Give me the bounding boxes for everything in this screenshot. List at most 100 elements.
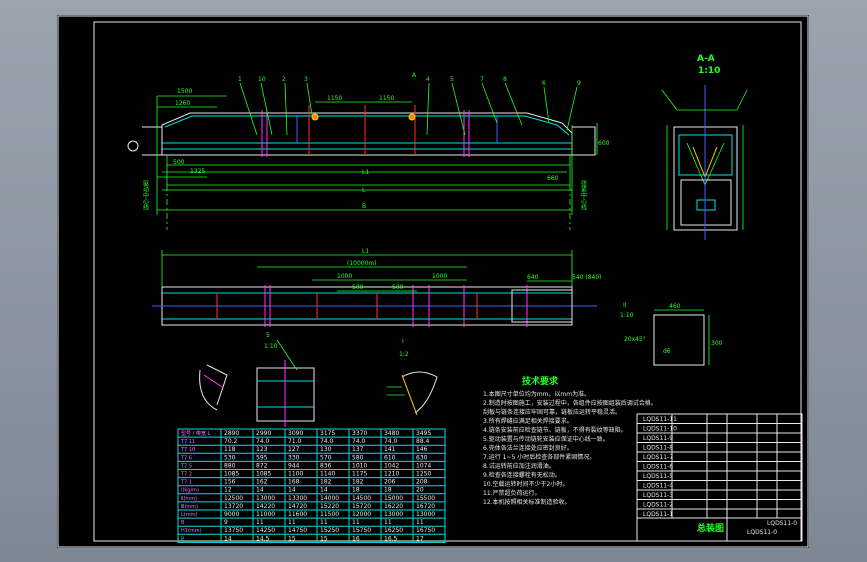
svg-text:540 (840): 540 (840): [572, 274, 602, 281]
note-line: 10.空载运转时间不少于2小时。: [483, 480, 568, 488]
table-cell: 13300: [288, 495, 307, 502]
note-line: 8.试运转前应加注润滑油。: [483, 462, 555, 470]
svg-text:9: 9: [577, 80, 581, 87]
svg-text:460: 460: [669, 303, 681, 310]
table-cell: 15: [288, 535, 296, 542]
table-cell: 14.5: [256, 535, 270, 542]
title-block: LQDS11-11LQDS11-10LQDS11-9LQDS11-8LQDS11…: [636, 413, 803, 542]
table-cell: T7 2: [180, 472, 192, 478]
dim-1150-b: 1150: [379, 95, 394, 102]
note-line: 1.本图尺寸单位均为mm，以mm为准。: [483, 390, 590, 398]
svg-text:6: 6: [542, 80, 546, 87]
table-cell: 1085: [256, 471, 271, 478]
svg-text:300: 300: [711, 340, 723, 347]
svg-text:A: A: [412, 72, 417, 79]
table-cell: 1210: [384, 471, 399, 478]
drive-centerline-label: 驱动中心线: [142, 180, 149, 210]
table-header-cell: 3370: [352, 430, 367, 437]
table-cell: 15000: [384, 495, 403, 502]
table-cell: 11500: [320, 511, 339, 518]
note-line: 5.驱动装置与传动链轮安装应保证中心线一致。: [483, 435, 609, 443]
table-cell: 580: [352, 454, 364, 461]
table-cell: 1175: [352, 471, 367, 478]
elevation-view: 1500 1260 1150 1150 500 660 600 1325 L1 …: [127, 72, 610, 230]
table-header-cell: 2890: [224, 430, 239, 437]
table-cell: 13720: [224, 503, 243, 510]
table-cell: B: [181, 520, 185, 526]
table-cell: 610: [384, 454, 396, 461]
table-cell: 74.0: [320, 438, 334, 445]
table-cell: 14250: [256, 527, 275, 534]
table-cell: 141: [384, 446, 396, 453]
svg-text:5: 5: [450, 76, 454, 83]
parts-list-item: LQDS11-7: [643, 454, 673, 461]
table-cell: T7 1: [180, 480, 192, 486]
table-header-cell: 3175: [320, 430, 335, 437]
note-line: 6.壳体各法兰连接处应密封良好。: [483, 444, 573, 452]
table-cell: 16.5: [384, 535, 398, 542]
svg-text:640: 640: [527, 274, 539, 281]
tech-requirements: 技术要求 1.本图尺寸单位均为mm，以mm为准。2.制造时按图施工，安装过程中，…: [483, 375, 657, 506]
svg-text:1: 1: [238, 76, 242, 83]
table-cell: 71.0: [288, 438, 302, 445]
svg-text:1:10: 1:10: [620, 312, 634, 319]
note-line: 3.所有焊缝应满足相关焊接要求。: [483, 417, 573, 425]
table-cell: Ⅲ(mm): [181, 504, 198, 510]
table-cell: T7 11: [180, 439, 195, 445]
table-cell: 127: [288, 446, 300, 453]
table-cell: 74.0: [352, 438, 366, 445]
svg-text:4: 4: [426, 76, 430, 83]
table-cell: 16750: [416, 527, 435, 534]
svg-text:500: 500: [392, 284, 404, 291]
dim-1500: 1500: [177, 88, 192, 95]
note-line: 11.严禁超负荷运行。: [483, 489, 541, 497]
drawing-spec: LQDS11-0: [767, 520, 797, 527]
svg-text:20x45°: 20x45°: [624, 336, 646, 343]
table-cell: 70.2: [224, 438, 238, 445]
cad-viewer: 1500 1260 1150 1150 500 660 600 1325 L1 …: [0, 0, 867, 562]
svg-text:1000: 1000: [337, 273, 352, 280]
dim-660: 660: [547, 175, 559, 182]
table-cell: 14500: [352, 495, 371, 502]
table-cell: 9000: [224, 511, 239, 518]
table-cell: 146: [416, 446, 428, 453]
part-balloons: 1 10 2 3 4 5 7 8 6 9 A: [238, 72, 581, 87]
detail-5: 5 1:10: [199, 332, 315, 427]
table-cell: 14720: [288, 503, 307, 510]
tension-centerline-label: 张紧中心线: [580, 179, 587, 210]
table-cell: 14: [288, 487, 296, 494]
parts-list-item: LQDS11-6: [643, 464, 673, 471]
table-cell: 15250: [320, 527, 339, 534]
section-scale: 1:10: [698, 66, 720, 76]
svg-text:3: 3: [304, 76, 308, 83]
table-header-cell: 3495: [416, 430, 431, 437]
note-line: 2.制造时按图施工，安装过程中，各组件应按图组装后调试合格。: [483, 399, 657, 407]
svg-text:10: 10: [258, 76, 266, 83]
detail-i: I 1:2: [387, 338, 438, 416]
table-cell: 182: [352, 479, 364, 486]
svg-text:2: 2: [282, 76, 286, 83]
table-cell: 15720: [352, 503, 371, 510]
table-cell: 16: [352, 535, 360, 542]
dim-1325: 1325: [190, 168, 205, 175]
drawing-name: 总装图: [697, 522, 724, 534]
table-cell: 11: [320, 519, 328, 526]
parts-list-item: LQDS11-8: [643, 445, 673, 452]
detail-ii: II 1:10 460 300 20x45° d6: [620, 302, 723, 366]
note-line: 刮板与链条连接应牢固可靠，链板应运转平稳灵活。: [483, 408, 621, 416]
table-cell: 15220: [320, 503, 339, 510]
table-cell: 14750: [288, 527, 307, 534]
dim-1260: 1260: [175, 100, 190, 107]
parts-list-item: LQDS11-4: [643, 483, 673, 490]
drawing-code: LQDS11-0: [747, 529, 777, 536]
table-cell: 1140: [320, 471, 335, 478]
table-cell: 20: [416, 487, 424, 494]
svg-text:(10000m): (10000m): [347, 260, 377, 267]
table-cell: 9: [224, 519, 228, 526]
table-cell: 11: [352, 519, 360, 526]
table-cell: 11600: [288, 511, 307, 518]
table-cell: 208: [416, 479, 428, 486]
svg-text:500: 500: [352, 284, 364, 291]
table-cell: 206: [384, 479, 396, 486]
table-header-cell: 3480: [384, 430, 399, 437]
